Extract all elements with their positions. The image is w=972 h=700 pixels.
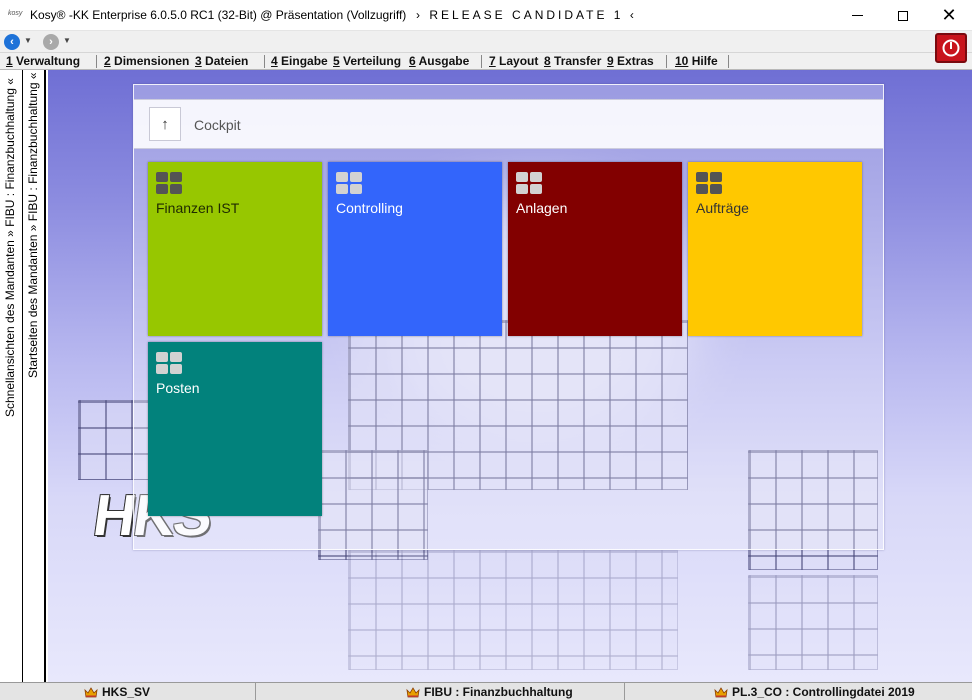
tile-finanzen-ist[interactable]: Finanzen IST (148, 162, 322, 336)
menu-bar: 1 Verwaltung 2 Dimensionen 3 Dateien 4 Eing… (0, 53, 972, 70)
background-cube-reflection (348, 550, 678, 670)
quick-views-label: Schnellansichten des Mandanten » FIBU : … (3, 78, 17, 417)
window-title: Kosy® -KK Enterprise 6.0.5.0 RC1 (32-Bit… (30, 8, 407, 22)
status-cell[interactable]: HKS_SV (84, 685, 150, 699)
grid-icon (156, 352, 182, 374)
back-button[interactable]: ‹ (4, 34, 20, 50)
quick-views-panel[interactable]: Schnellansichten des Mandanten » FIBU : … (0, 70, 23, 682)
menu-item-number: 2 (104, 54, 111, 68)
menu-separator (96, 55, 97, 68)
background-cube-reflection (748, 575, 878, 670)
menu-item-dateien[interactable]: 3 Dateien (195, 54, 248, 68)
tile-posten[interactable]: Posten (148, 342, 322, 516)
menu-separator (728, 55, 729, 68)
app-logo: kosy (8, 10, 23, 17)
status-text: FIBU : Finanzbuchhaltung (424, 685, 573, 699)
minimize-button[interactable] (834, 0, 880, 31)
grid-icon (336, 172, 362, 194)
menu-item-number: 3 (195, 54, 202, 68)
cockpit-panel: ↑ Cockpit Finanzen IST Controlling Anlagen… (133, 84, 884, 550)
navigation-toolbar: ‹ ▼ › ▼ (0, 31, 972, 53)
grid-icon (696, 172, 722, 194)
menu-item-number: 10 (675, 54, 689, 68)
navigate-up-button[interactable]: ↑ (149, 107, 181, 141)
menu-item-label: Transfer (554, 54, 602, 68)
maximize-button[interactable] (880, 0, 926, 31)
menu-item-number: 7 (489, 54, 496, 68)
menu-separator (666, 55, 667, 68)
grid-icon (516, 172, 542, 194)
tile-label: Aufträge (696, 200, 749, 216)
menu-item-number: 5 (333, 54, 340, 68)
grid-icon (156, 172, 182, 194)
status-text: HKS_SV (102, 685, 151, 699)
menu-item-ausgabe[interactable]: 6 Ausgabe (409, 54, 469, 68)
tile-label: Anlagen (516, 200, 568, 216)
menu-item-verwaltung[interactable]: 1 Verwaltung (6, 54, 80, 68)
menu-item-label: Layout (499, 54, 539, 68)
menu-item-verteilung[interactable]: 5 Verteilung (333, 54, 401, 68)
status-separator (624, 683, 625, 700)
crown-icon (406, 686, 420, 697)
power-icon (942, 39, 960, 57)
menu-item-label: Dimensionen (114, 54, 190, 68)
menu-item-number: 4 (271, 54, 278, 68)
crown-icon (84, 686, 98, 697)
tile-controlling[interactable]: Controlling (328, 162, 502, 336)
back-dropdown-icon[interactable]: ▼ (24, 36, 32, 45)
cockpit-title: Cockpit (194, 117, 241, 133)
maximize-icon (898, 10, 908, 21)
status-bar: HKS_SV FIBU : Finanzbuchhaltung PL.3_CO : … (0, 682, 972, 700)
start-pages-panel[interactable]: Startseiten des Mandanten » FIBU : Finan… (23, 70, 46, 682)
menu-item-label: Verwaltung (16, 54, 81, 68)
crown-icon (714, 686, 728, 697)
menu-item-label: Dateien (205, 54, 249, 68)
main-workspace: HKS ↑ Cockpit Finanzen ISTControllingAnl… (48, 70, 972, 682)
tile-anlagen[interactable]: Anlagen (508, 162, 682, 336)
close-icon: ✕ (941, 5, 957, 25)
forward-button[interactable]: › (43, 34, 59, 50)
menu-item-dimensionen[interactable]: 2 Dimensionen (104, 54, 189, 68)
menu-item-label: Hilfe (691, 54, 718, 68)
menu-separator (264, 55, 265, 68)
menu-item-transfer[interactable]: 8 Transfer (544, 54, 601, 68)
forward-dropdown-icon[interactable]: ▼ (63, 36, 71, 45)
tile-aufträge[interactable]: Aufträge (688, 162, 862, 336)
tile-label: Finanzen IST (156, 200, 240, 216)
close-button[interactable]: ✕ (926, 0, 972, 31)
menu-item-extras[interactable]: 9 Extras (607, 54, 654, 68)
cockpit-header: ↑ Cockpit (134, 99, 883, 149)
tile-label: Controlling (336, 200, 403, 216)
tile-label: Posten (156, 380, 200, 396)
start-pages-label: Startseiten des Mandanten » FIBU : Finan… (26, 72, 40, 378)
minimize-icon (851, 15, 863, 16)
menu-item-number: 1 (6, 54, 13, 68)
title-bar: kosy Kosy® -KK Enterprise 6.0.5.0 RC1 (3… (0, 0, 972, 31)
menu-item-layout[interactable]: 7 Layout (489, 54, 538, 68)
status-cell[interactable]: PL.3_CO : Controllingdatei 2019 (714, 685, 915, 699)
status-cell[interactable]: FIBU : Finanzbuchhaltung (406, 685, 573, 699)
menu-item-label: Ausgabe (418, 54, 470, 68)
arrow-up-icon: ↑ (161, 115, 169, 133)
release-label: › RELEASE CANDIDATE 1 ‹ (416, 8, 637, 22)
menu-item-label: Eingabe (281, 54, 328, 68)
status-separator (255, 683, 256, 700)
menu-item-number: 8 (544, 54, 551, 68)
menu-item-hilfe[interactable]: 10 Hilfe (675, 54, 718, 68)
menu-item-eingabe[interactable]: 4 Eingabe (271, 54, 328, 68)
menu-item-label: Extras (617, 54, 654, 68)
power-button[interactable] (935, 33, 967, 63)
menu-item-number: 6 (409, 54, 416, 68)
menu-item-label: Verteilung (343, 54, 402, 68)
menu-separator (481, 55, 482, 68)
status-text: PL.3_CO : Controllingdatei 2019 (732, 685, 915, 699)
menu-item-number: 9 (607, 54, 614, 68)
